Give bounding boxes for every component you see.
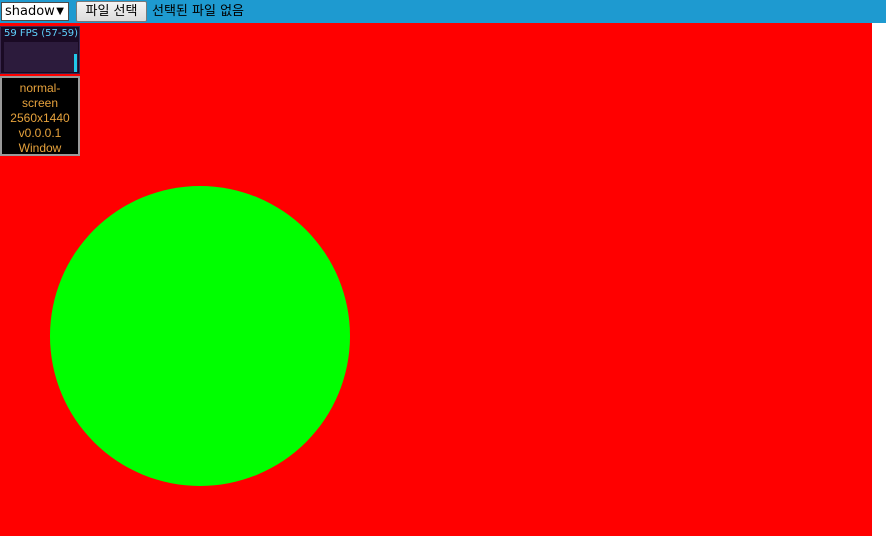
file-status-label: 선택된 파일 없음 — [152, 4, 244, 19]
green-circle — [50, 186, 350, 486]
fps-readout: 59 FPS (57-59) — [4, 28, 79, 39]
fps-stats-panel[interactable]: 59 FPS (57-59) — [0, 26, 80, 74]
fps-graph — [4, 42, 78, 72]
render-canvas[interactable] — [0, 23, 872, 536]
mode-select-value: shadow — [5, 4, 55, 19]
top-toolbar: shadow ▼ 파일 선택 선택된 파일 없음 — [0, 0, 886, 23]
info-line: Window — [18, 141, 62, 155]
choose-file-button[interactable]: 파일 선택 — [76, 1, 147, 22]
info-line: screen — [21, 96, 59, 110]
mode-select[interactable]: shadow ▼ — [1, 2, 69, 21]
info-panel: normal- screen 2560x1440 v0.0.0.1 Window — [0, 76, 80, 156]
info-line: v0.0.0.1 — [18, 126, 62, 140]
chevron-down-icon: ▼ — [56, 6, 64, 17]
fps-graph-bar — [74, 54, 77, 72]
info-line: 2560x1440 — [10, 111, 70, 125]
info-line: normal- — [19, 81, 61, 95]
